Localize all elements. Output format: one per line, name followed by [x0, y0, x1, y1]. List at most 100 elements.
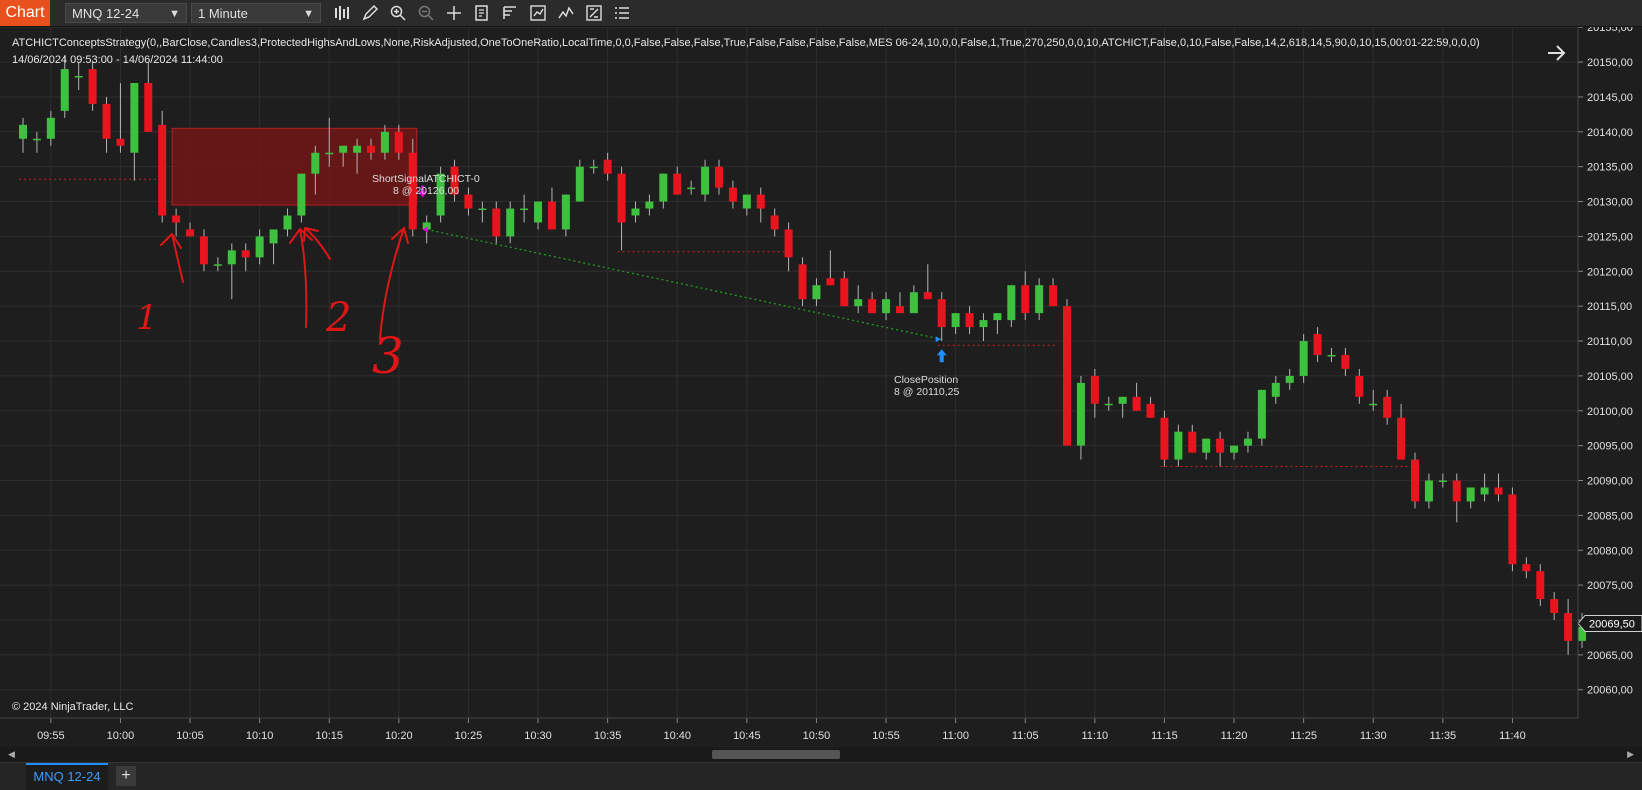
price-chart-panel[interactable]: 20155,00 20150,00 20145,00 20140,00 20135,00… [0, 22, 1642, 747]
interval-selector-label: 1 Minute [198, 6, 248, 21]
interval-selector[interactable]: 1 Minute ▼ [191, 3, 321, 23]
candle-up [1369, 403, 1378, 406]
candle-down [826, 278, 835, 286]
candle-down [1049, 285, 1058, 307]
y-tick-label: 20060,00 [1587, 685, 1633, 697]
chart-window-tab[interactable]: Chart [0, 0, 50, 26]
x-tick-label: 10:10 [246, 730, 274, 742]
candle-up [325, 152, 334, 155]
candle-up [269, 229, 278, 244]
chevron-down-icon: ▼ [303, 8, 314, 20]
candle-up [1438, 480, 1447, 483]
candle-down [158, 124, 167, 216]
candle-down [1355, 375, 1364, 397]
copyright-label: © 2024 NinjaTrader, LLC [12, 701, 133, 713]
candle-up [297, 173, 306, 216]
candle-up [478, 208, 487, 211]
candle-up [951, 313, 960, 328]
instrument-selector[interactable]: MNQ 12-24 ▼ [65, 3, 187, 23]
candle-up [645, 201, 654, 209]
chart-toolbar: Chart MNQ 12-24 ▼ 1 Minute ▼ [0, 0, 1642, 27]
x-tick-label: 11:00 [942, 730, 969, 742]
arrow-right-icon[interactable] [1548, 45, 1566, 61]
instrument-tab-bar: MNQ 12-24 + [0, 762, 1642, 790]
pencil-draw-icon[interactable] [361, 4, 379, 22]
y-tick-label: 20110,00 [1587, 336, 1632, 348]
candle-up [60, 69, 69, 111]
candle-up [909, 292, 918, 314]
candle-up [255, 236, 264, 258]
candle-down [394, 131, 403, 153]
candle-down [241, 250, 250, 258]
candle-down [1188, 431, 1197, 453]
candle-up [353, 145, 362, 153]
candle-down [1160, 417, 1169, 460]
zoom-out-icon[interactable] [417, 4, 435, 22]
strategies-icon[interactable] [585, 4, 603, 22]
candle-down [1341, 354, 1350, 369]
candle-down [144, 82, 153, 132]
candle-up [1104, 403, 1113, 406]
candle-up [520, 208, 529, 211]
candle-down [1313, 334, 1322, 355]
x-tick-label: 10:00 [107, 730, 135, 742]
candle-up [561, 194, 570, 230]
x-tick-label: 10:40 [663, 730, 691, 742]
add-tab-button[interactable]: + [116, 766, 136, 786]
candle-down [1146, 403, 1155, 418]
candlestick-chart[interactable]: 20155,00 20150,00 20145,00 20140,00 20135,00… [0, 22, 1642, 747]
y-tick-label: 20085,00 [1587, 510, 1633, 522]
candle-up [1466, 487, 1475, 502]
y-tick-label: 20115,00 [1587, 301, 1632, 313]
candle-down [728, 187, 737, 202]
candle-up [993, 313, 1002, 321]
candle-down [603, 159, 612, 174]
hand-arrow-3 [379, 227, 409, 340]
candle-up [631, 208, 640, 216]
scroll-left-icon[interactable]: ◀ [8, 749, 15, 760]
x-tick-label: 11:15 [1151, 730, 1178, 742]
scroll-right-icon[interactable]: ▶ [1627, 749, 1634, 760]
candle-up [32, 138, 41, 141]
scrollbar-thumb[interactable] [712, 750, 840, 759]
y-tick-label: 20135,00 [1587, 162, 1633, 174]
chart-trader-icon[interactable] [529, 4, 547, 22]
candle-down [1452, 480, 1461, 502]
y-tick-label: 20145,00 [1587, 92, 1633, 104]
candle-up [46, 117, 55, 139]
x-tick-label: 10:50 [803, 730, 831, 742]
x-tick-label: 11:20 [1221, 730, 1248, 742]
candle-down [1508, 494, 1517, 565]
candle-up [1243, 438, 1252, 446]
crosshair-icon[interactable] [445, 4, 463, 22]
zoom-in-icon[interactable] [389, 4, 407, 22]
x-tick-label: 09:55 [37, 730, 65, 742]
candle-down [88, 69, 97, 104]
candle-down [492, 208, 501, 237]
tab-mnq-12-24[interactable]: MNQ 12-24 [26, 763, 108, 790]
horizontal-scrollbar[interactable]: ◀ ▶ [0, 747, 1642, 762]
handwritten-number-1: 1 [136, 298, 158, 338]
candle-up [130, 82, 139, 153]
hand-arrow-2 [289, 228, 313, 328]
list-icon[interactable] [613, 4, 631, 22]
strategy-parameters-label: ATCHICTConceptsStrategy(0,,BarClose,Cand… [12, 37, 1480, 49]
bar-type-icon[interactable] [333, 4, 351, 22]
handwritten-number-3: 3 [372, 327, 404, 385]
candle-down [1216, 438, 1225, 453]
handwritten-annotations [160, 227, 409, 340]
candle-down [937, 299, 946, 328]
candle-up [575, 166, 584, 202]
y-tick-label: 20090,00 [1587, 476, 1633, 488]
indicators-icon[interactable] [557, 4, 575, 22]
candle-up [1299, 341, 1308, 376]
y-tick-label: 20065,00 [1587, 650, 1633, 662]
candle-down [1494, 487, 1503, 495]
data-box-icon[interactable] [473, 4, 491, 22]
candle-down [840, 278, 849, 307]
candle-down [464, 194, 473, 209]
properties-icon[interactable] [501, 4, 519, 22]
y-tick-label: 20120,00 [1587, 266, 1633, 278]
x-tick-label: 11:25 [1290, 730, 1317, 742]
candle-up [213, 264, 222, 266]
